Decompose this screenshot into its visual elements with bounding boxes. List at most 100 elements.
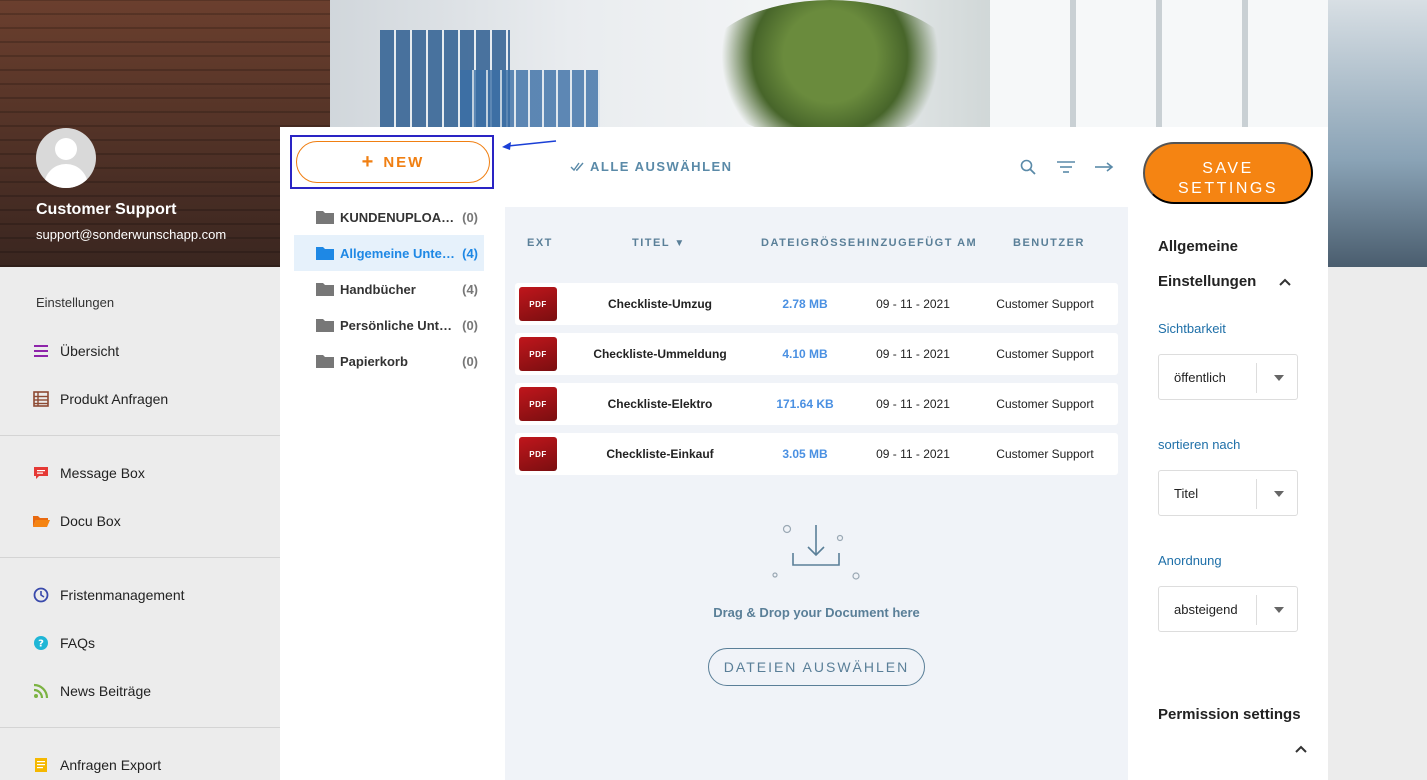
file-title: Checkliste-Einkauf (606, 447, 714, 461)
order-value: absteigend (1174, 602, 1238, 617)
column-header-title-label: TITEL (632, 237, 670, 249)
file-date: 09 - 11 - 2021 (876, 447, 950, 461)
column-header-size[interactable]: DATEIGRÖSSE (761, 237, 857, 249)
avatar-body (44, 164, 88, 188)
avatar-head (55, 138, 77, 160)
sort-desc-icon: ▼ (674, 238, 686, 249)
folder-icon (316, 211, 334, 224)
column-header-ext[interactable]: EXT (527, 237, 553, 249)
column-header-user[interactable]: BENUTZER (1013, 237, 1085, 249)
table-row[interactable]: PDF Checkliste-Einkauf 3.05 MB 09 - 11 -… (515, 433, 1118, 475)
chevron-up-icon[interactable] (1294, 742, 1308, 756)
file-date: 09 - 11 - 2021 (876, 347, 950, 361)
folder-persoenliche-unterlagen[interactable]: Persönliche Unterlagen (0) (294, 307, 484, 343)
sort-label: sortieren nach (1158, 437, 1241, 452)
select-all-button[interactable]: ALLE AUSWÄHLEN (570, 159, 733, 174)
file-date: 09 - 11 - 2021 (876, 397, 950, 411)
file-size: 4.10 MB (782, 347, 828, 361)
search-icon[interactable] (1018, 157, 1038, 177)
dropzone-text: Drag & Drop your Document here (713, 605, 920, 620)
folder-kundenuploads[interactable]: KUNDENUPLOADS (0) (294, 199, 484, 235)
sidebar-item-faqs[interactable]: ? FAQs (32, 631, 95, 655)
profile-email: support@sonderwunschapp.com (36, 227, 227, 242)
chevron-up-icon[interactable] (1278, 275, 1292, 289)
file-title: Checkliste-Umzug (607, 297, 713, 311)
sidebar-item-label: Docu Box (60, 513, 121, 529)
rss-icon (32, 682, 50, 700)
caret-down-icon (1274, 491, 1284, 497)
document-manager-panel: + NEW KUNDENUPLOADS (0) Allgemeine Unter… (280, 127, 1328, 780)
sidebar-item-fristenmanagement[interactable]: Fristenmanagement (32, 583, 185, 607)
list-icon (32, 342, 50, 360)
save-settings-button[interactable]: SAVE SETTINGS (1143, 142, 1313, 204)
sidebar-item-label: Produkt Anfragen (60, 391, 169, 407)
folder-count: (0) (462, 317, 478, 333)
table-row[interactable]: PDF Checkliste-Elektro 171.64 KB 09 - 11… (515, 383, 1118, 425)
folder-name: Handbücher (340, 281, 416, 297)
sidebar-item-label: Message Box (60, 465, 145, 481)
plus-icon: + (361, 150, 376, 173)
file-user: Customer Support (996, 447, 1094, 461)
column-header-date[interactable]: HINZUGEFÜGT AM (857, 237, 977, 249)
file-title: Checkliste-Ummeldung (593, 347, 727, 361)
sidebar-item-label: Übersicht (60, 343, 120, 359)
folder-count: (0) (462, 209, 478, 225)
avatar[interactable] (36, 128, 96, 188)
file-size: 171.64 KB (776, 397, 834, 411)
sidebar-item-label: Anfragen Export (60, 757, 162, 773)
permission-settings-title: Permission settings (1158, 706, 1301, 723)
sidebar-item-message-box[interactable]: Message Box (32, 461, 145, 485)
desk-decoration (1328, 0, 1427, 267)
select-separator (1256, 479, 1257, 509)
column-header-title[interactable]: TITEL ▼ (632, 237, 686, 249)
sidebar-item-produkt-anfragen[interactable]: Produkt Anfragen (32, 387, 168, 411)
folder-name: Persönliche Unterlagen (340, 317, 458, 333)
new-button[interactable]: + NEW (296, 141, 490, 183)
solar-panel-decoration (460, 70, 600, 130)
table-row[interactable]: PDF Checkliste-Umzug 2.78 MB 09 - 11 - 2… (515, 283, 1118, 325)
file-user: Customer Support (996, 297, 1094, 311)
folder-tree: KUNDENUPLOADS (0) Allgemeine Unterlagen … (294, 199, 484, 379)
save-settings-label-1: SAVE (1202, 159, 1254, 177)
sidebar-item-anfragen-export[interactable]: Anfragen Export (32, 753, 161, 777)
folder-allgemeine-unterlagen[interactable]: Allgemeine Unterlagen (4) (294, 235, 484, 271)
choose-files-button[interactable]: DATEIEN AUSWÄHLEN (708, 648, 925, 686)
settings-title-line2: Einstellungen (1158, 273, 1257, 290)
sidebar-item-uebersicht[interactable]: Übersicht (32, 339, 119, 363)
select-all-label: ALLE AUSWÄHLEN (590, 159, 733, 174)
folder-count: (0) (462, 353, 478, 369)
sidebar-item-docu-box[interactable]: Docu Box (32, 509, 121, 533)
table-row[interactable]: PDF Checkliste-Ummeldung 4.10 MB 09 - 11… (515, 333, 1118, 375)
plant-decoration (700, 0, 960, 140)
profile-block: Customer Support support@sonderwunschapp… (0, 0, 280, 267)
profile-name: Customer Support (36, 201, 177, 218)
table-icon (32, 390, 50, 408)
filter-icon[interactable] (1056, 157, 1076, 177)
visibility-select[interactable]: öffentlich (1158, 354, 1298, 400)
sidebar-item-news[interactable]: News Beiträge (32, 679, 151, 703)
folder-icon (316, 247, 334, 260)
sort-select[interactable]: Titel (1158, 470, 1298, 516)
sidebar-divider (0, 435, 280, 436)
select-separator (1256, 363, 1257, 393)
order-label: Anordnung (1158, 553, 1222, 568)
folder-icon (316, 355, 334, 368)
file-title: Checkliste-Elektro (607, 397, 713, 411)
folder-name: KUNDENUPLOADS (340, 209, 458, 225)
folder-icon (316, 319, 334, 332)
folder-handbuecher[interactable]: Handbücher (4) (294, 271, 484, 307)
folder-open-icon (32, 512, 50, 530)
pdf-icon: PDF (519, 287, 557, 321)
sidebar-item-label: News Beiträge (60, 683, 152, 699)
double-check-icon (570, 162, 584, 171)
chat-icon (32, 464, 50, 482)
order-select[interactable]: absteigend (1158, 586, 1298, 632)
sidebar-section-label: Einstellungen (36, 295, 115, 310)
select-separator (1256, 595, 1257, 625)
folder-papierkorb[interactable]: Papierkorb (0) (294, 343, 484, 379)
arrow-right-icon[interactable] (1094, 157, 1114, 177)
visibility-value: öffentlich (1174, 370, 1226, 385)
caret-down-icon (1274, 375, 1284, 381)
settings-title-line1: Allgemeine (1158, 238, 1239, 255)
settings-panel: Allgemeine Einstellungen Sichtbarkeit öf… (1128, 207, 1328, 780)
